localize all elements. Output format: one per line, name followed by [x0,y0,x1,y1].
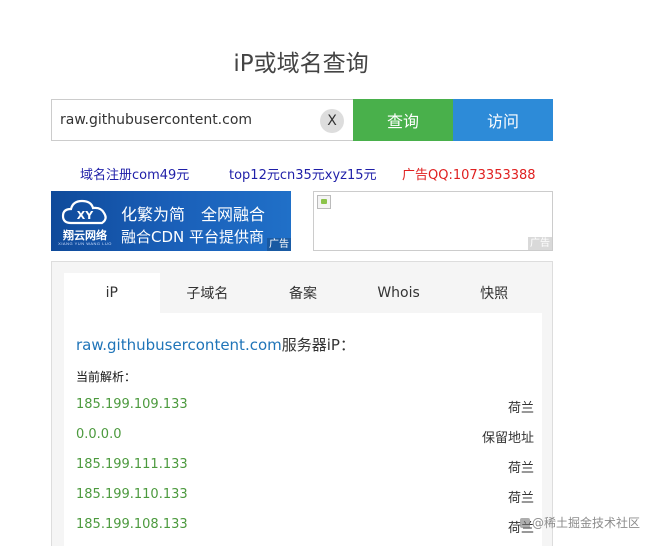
ip-location: 荷兰 [507,491,534,506]
tab-ip[interactable]: iP [64,273,160,313]
watermark-text: @稀土掘金技术社区 [532,516,641,530]
result-heading: raw.githubusercontent.com服务器iP： [76,334,355,355]
result-panel: iP 子域名 备案 Whois 快照 raw.githubusercontent… [51,261,553,546]
watermark-icon [520,518,530,528]
ip-address[interactable]: 185.199.111.133 [76,457,188,472]
page-title: iP或域名查询 [233,51,369,77]
cloud-logo-icon: XY [61,199,107,225]
watermark: @稀土掘金技术社区 [520,514,640,531]
svg-text:XY: XY [77,209,94,222]
ip-location: 荷兰 [507,401,534,416]
ip-location: 保留地址 [481,431,534,446]
current-resolution-label: 当前解析： [76,370,137,384]
clear-button[interactable]: X [320,109,344,133]
result-domain-suffix: 服务器iP： [281,336,355,354]
ip-location: 荷兰 [507,461,534,476]
search-box: X [51,99,353,141]
ad-tag: 广告 [528,237,552,250]
page: iP或域名查询 X 查询 访问 域名注册com49元 top12元cn35元xy… [0,0,658,546]
ip-row: 185.199.109.133 荷兰 [76,397,534,417]
tab-subdomain[interactable]: 子域名 [160,273,256,313]
query-button[interactable]: 查询 [353,99,453,141]
ip-row: 185.199.110.133 荷兰 [76,487,534,507]
search-bar: X 查询 访问 [51,99,553,141]
logo-subtitle: XIANG YUN WANG LUO [58,241,112,246]
ip-address[interactable]: 185.199.110.133 [76,487,188,502]
ad-link-domain-register[interactable]: 域名注册com49元 [80,164,189,183]
broken-image-icon [317,195,331,209]
result-domain-link[interactable]: raw.githubusercontent.com [76,336,282,354]
tab-bar: iP 子域名 备案 Whois 快照 [64,273,542,313]
brand-logo: XY 翔云网络 XIANG YUN WANG LUO [55,195,115,247]
tab-icp-record[interactable]: 备案 [255,273,351,313]
ad-tag: 广告 [267,238,291,251]
ip-row: 185.199.108.133 荷兰 [76,517,534,537]
ad-link-contact-qq[interactable]: 广告QQ:1073353388 [402,164,536,183]
ip-address[interactable]: 185.199.108.133 [76,517,188,532]
tab-content-ip: raw.githubusercontent.com服务器iP： 当前解析： 18… [64,313,542,546]
ad-link-domain-prices[interactable]: top12元cn35元xyz15元 [229,164,377,183]
banner-ad-cdn[interactable]: XY 翔云网络 XIANG YUN WANG LUO 化繁为简 全网融合 融合C… [51,191,291,251]
ip-row: 185.199.111.133 荷兰 [76,457,534,477]
tab-whois[interactable]: Whois [351,273,447,313]
search-input[interactable] [52,100,353,140]
banner-slogan-line1: 化繁为简 全网融合 [121,205,266,224]
ip-address[interactable]: 0.0.0.0 [76,427,121,442]
ip-address[interactable]: 185.199.109.133 [76,397,188,412]
banner-ad-broken[interactable]: 广告 [313,191,553,251]
tab-snapshot[interactable]: 快照 [446,273,542,313]
ad-links: 域名注册com49元 top12元cn35元xyz15元 广告QQ:107335… [0,164,658,184]
ip-row: 0.0.0.0 保留地址 [76,427,534,447]
visit-button[interactable]: 访问 [453,99,553,141]
banner-slogan-line2: 融合CDN 平台提供商 [121,228,265,246]
